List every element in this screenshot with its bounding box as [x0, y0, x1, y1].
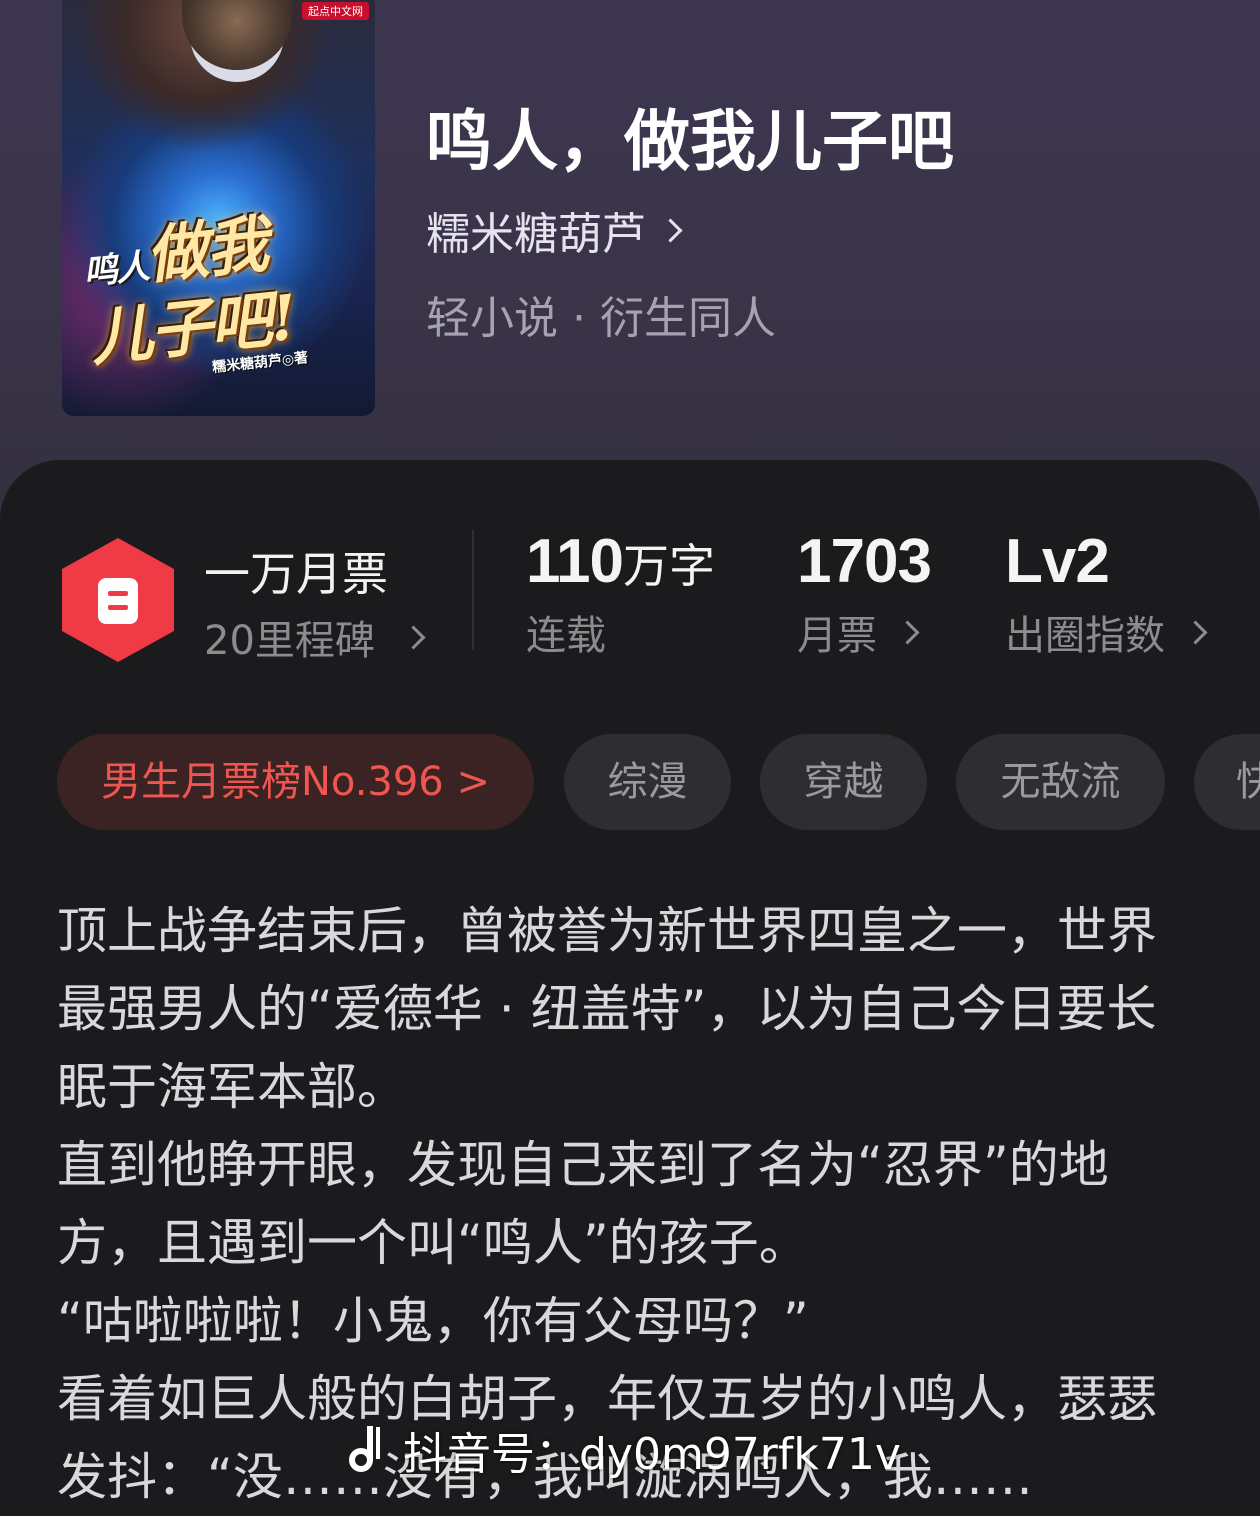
milestone-link[interactable]: 20里程碑 — [204, 608, 426, 666]
stat-word-count: 110万字 连载 — [526, 526, 715, 661]
book-title: 鸣人，做我儿子吧 — [426, 102, 954, 180]
tag-monthly-rank[interactable]: 男生月票榜No.396 > — [57, 734, 534, 830]
chevron-right-icon — [401, 624, 426, 650]
tiktok-icon — [345, 1424, 391, 1476]
milestone-title[interactable]: 一万月票 — [204, 538, 388, 604]
book-detail-card: 一万月票 20里程碑 110万字 连载 1703 月票 Lv2 出圈指数 男生月… — [0, 460, 1260, 1507]
cover-character-illustration — [182, 0, 292, 70]
tag-row: 男生月票榜No.396 > 综漫 穿越 无敌流 快 — [57, 734, 1260, 830]
serialization-status: 连载 — [526, 603, 715, 661]
word-count-unit: 万字 — [623, 539, 716, 593]
breakout-index-label: 出圈指数 — [1005, 613, 1165, 659]
stats-divider — [472, 530, 474, 650]
tag-comic-anime[interactable]: 综漫 — [564, 734, 731, 830]
synopsis-paragraph: 直到他睁开眼，发现自己来到了名为“忍界”的地方，且遇到一个叫“鸣人”的孩子。 — [57, 1136, 1109, 1272]
synopsis-paragraph: 顶上战争结束后，曾被誉为新世界四皇之一，世界最强男人的“爱德华 · 纽盖特”，以… — [57, 902, 1157, 1116]
monthly-votes-label: 月票 — [797, 613, 877, 659]
ticket-icon — [98, 578, 138, 624]
status-label: 连载 — [526, 613, 606, 659]
breakout-level-value: Lv2 — [1005, 527, 1110, 596]
douyin-watermark: 抖音号：dy0m97rfk71v — [345, 1418, 901, 1482]
chevron-right-icon — [895, 619, 920, 645]
author-name: 糯米糖葫芦 — [426, 209, 646, 260]
book-genre: 轻小说 · 衍生同人 — [426, 293, 776, 344]
chevron-right-icon — [658, 217, 683, 243]
stat-breakout-index[interactable]: Lv2 出圈指数 — [1005, 526, 1208, 661]
cover-title-art: 鸣人做我 儿子吧! — [79, 200, 375, 374]
watermark-text: 抖音号：dy0m97rfk71v — [403, 1429, 901, 1480]
synopsis-paragraph: “咕啦啦啦！小鬼，你有父母吗？” — [57, 1292, 809, 1350]
monthly-votes-link[interactable]: 月票 — [797, 603, 931, 661]
monthly-votes-value: 1703 — [797, 527, 932, 596]
tag-time-travel[interactable]: 穿越 — [760, 734, 927, 830]
word-count-value: 110万字 — [526, 526, 715, 597]
chevron-right-icon — [1183, 619, 1208, 645]
tag-invincible[interactable]: 无敌流 — [956, 734, 1165, 830]
ticket-hexagon-icon — [62, 538, 174, 662]
tag-partial[interactable]: 快 — [1194, 734, 1260, 830]
word-count-number: 110 — [526, 527, 624, 596]
cover-publisher-badge: 起点中文网 — [302, 2, 369, 20]
cover-title-line1: 做我 — [142, 207, 270, 293]
stat-monthly-votes[interactable]: 1703 月票 — [797, 526, 932, 661]
breakout-index-link[interactable]: 出圈指数 — [1005, 603, 1208, 661]
author-link[interactable]: 糯米糖葫芦 — [426, 198, 683, 262]
book-cover[interactable]: 起点中文网 鸣人做我 儿子吧! 糯米糖葫芦◎著 — [62, 0, 375, 416]
milestone-subtitle: 20里程碑 — [204, 618, 375, 664]
cover-title-small: 鸣人 — [81, 246, 150, 294]
stats-row: 一万月票 20里程碑 110万字 连载 1703 月票 Lv2 出圈指数 — [0, 520, 1260, 670]
book-header: 起点中文网 鸣人做我 儿子吧! 糯米糖葫芦◎著 鸣人，做我儿子吧 糯米糖葫芦 轻… — [0, 0, 1260, 520]
